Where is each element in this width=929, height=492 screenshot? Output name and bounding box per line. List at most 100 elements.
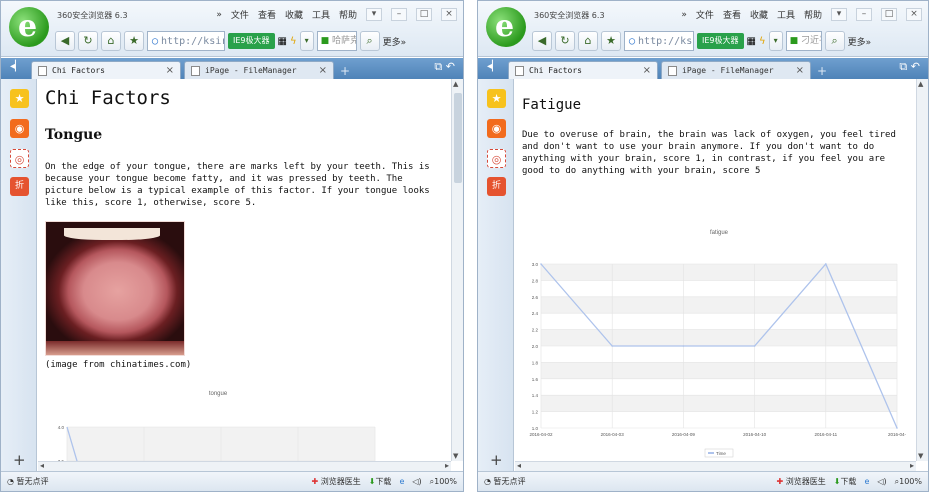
lightning-icon[interactable]: ϟ [290,36,297,47]
weibo-alt-icon[interactable]: ◎ [10,149,29,168]
ie-icon[interactable]: e [864,477,869,486]
menu-file[interactable]: 文件 [696,8,714,21]
search-input[interactable]: ■ 刁近平 [785,31,822,51]
more-menu[interactable]: 更多» [848,35,872,48]
new-tab-icon[interactable]: + [814,64,830,79]
tab-close-icon[interactable]: × [643,65,651,76]
scroll-down-icon[interactable]: ▼ [918,452,923,460]
speaker-icon[interactable]: ◁) [412,477,421,486]
zoom-control[interactable]: ⌕100% [895,477,922,487]
refresh-icon[interactable]: ↻ [555,31,575,51]
menu-help[interactable]: 帮助 [339,8,357,21]
scroll-left-icon[interactable]: ◂ [517,461,521,470]
menu-help[interactable]: 帮助 [804,8,822,21]
discount-icon[interactable]: 折 [10,177,29,196]
weibo-icon[interactable]: ◉ [10,119,29,138]
tab-tools-icon[interactable]: ⧉ ↶ [434,60,455,74]
expand-icon[interactable]: » [681,10,687,20]
vertical-scrollbar[interactable]: ▲ ▼ [916,79,928,461]
skin-icon[interactable]: ▾ [366,8,382,21]
close-icon[interactable]: × [441,8,457,21]
back-icon[interactable]: ◀ [532,31,552,51]
doctor-button[interactable]: ✚ 浏览器医生 [776,476,825,487]
doctor-label: 浏览器医生 [785,477,826,486]
y-tick-label: 2.0 [532,344,539,349]
scroll-right-icon[interactable]: ▸ [445,461,449,470]
add-sidebar-icon[interactable]: + [13,451,26,469]
tab-close-icon[interactable]: × [166,65,174,76]
weibo-alt-icon[interactable]: ◎ [487,149,506,168]
maximize-icon[interactable]: □ [881,8,897,21]
dropdown-icon[interactable]: ▾ [299,31,314,51]
tab-close-icon[interactable]: × [319,65,327,76]
search-icon[interactable]: ⌕ [359,31,380,51]
compat-icon[interactable]: ▦ [747,36,756,47]
sidebar-toggle-icon[interactable]: ◂▏ [10,61,23,72]
tab-ipage[interactable]: iPage - FileManager × [661,61,811,79]
scroll-thumb[interactable] [454,93,462,183]
home-icon[interactable]: ⌂ [101,31,121,51]
horizontal-scrollbar[interactable]: ◂ ▸ [515,461,916,471]
browser-logo-icon: e [9,7,49,47]
speaker-icon[interactable]: ◁) [877,477,886,486]
menu-file[interactable]: 文件 [231,8,249,21]
menu-tools[interactable]: 工具 [312,8,330,21]
ie-icon[interactable]: e [399,477,404,486]
new-tab-icon[interactable]: + [337,64,353,79]
minimize-icon[interactable]: – [856,8,872,21]
menu-favorites[interactable]: 收藏 [285,8,303,21]
download-button[interactable]: ⬇下载 [369,476,392,487]
scroll-down-icon[interactable]: ▼ [453,452,458,460]
menu-tools[interactable]: 工具 [777,8,795,21]
address-bar[interactable]: ◯ http://ksir [147,31,225,51]
tab-ipage[interactable]: iPage - FileManager × [184,61,334,79]
close-icon[interactable]: × [906,8,922,21]
tab-bar: ◂▏ Chi Factors × iPage - FileManager × +… [1,58,463,79]
favorite-star-icon[interactable]: ★ [124,31,144,51]
ie-mode-badge[interactable]: IE9极大器 [228,33,275,49]
ie-mode-badge[interactable]: IE9极大器 [697,33,744,49]
scroll-up-icon[interactable]: ▲ [453,80,458,88]
title-bar: e 360安全浏览器 6.3 » 文件 查看 收藏 工具 帮助 ▾ – □ × … [1,1,463,57]
refresh-icon[interactable]: ↻ [78,31,98,51]
favorites-star-icon[interactable]: ★ [10,89,29,108]
tab-close-icon[interactable]: × [796,65,804,76]
expand-icon[interactable]: » [216,10,222,20]
search-text: 哈萨克 [331,36,357,46]
add-sidebar-icon[interactable]: + [490,451,503,469]
more-menu[interactable]: 更多» [383,35,407,48]
skin-icon[interactable]: ▾ [831,8,847,21]
scroll-up-icon[interactable]: ▲ [918,80,923,88]
download-button[interactable]: ⬇下载 [834,476,857,487]
scroll-left-icon[interactable]: ◂ [40,461,44,470]
tab-chi-factors[interactable]: Chi Factors × [31,61,181,79]
horizontal-scrollbar[interactable]: ◂ ▸ [38,461,451,471]
doctor-button[interactable]: ✚ 浏览器医生 [311,476,360,487]
minimize-icon[interactable]: – [391,8,407,21]
address-bar[interactable]: ◯ http://ksir [624,31,694,51]
search-icon[interactable]: ⌕ [824,31,845,51]
favorite-star-icon[interactable]: ★ [601,31,621,51]
scroll-right-icon[interactable]: ▸ [910,461,914,470]
dropdown-icon[interactable]: ▾ [768,31,783,51]
search-input[interactable]: ■ 哈萨克 [316,31,357,51]
menu-view[interactable]: 查看 [723,8,741,21]
home-icon[interactable]: ⌂ [578,31,598,51]
weibo-icon[interactable]: ◉ [487,119,506,138]
data-point [896,427,898,429]
sidebar-toggle-icon[interactable]: ◂▏ [487,61,500,72]
zoom-control[interactable]: ⌕100% [430,477,457,487]
status-left-text: 暂无点评 [493,477,526,486]
discount-icon[interactable]: 折 [487,177,506,196]
favorites-star-icon[interactable]: ★ [487,89,506,108]
menu-favorites[interactable]: 收藏 [750,8,768,21]
tab-tools-icon[interactable]: ⧉ ↶ [899,60,920,74]
status-right: ✚ 浏览器医生 ⬇下载 e ◁) ⌕100% [776,476,922,487]
lightning-icon[interactable]: ϟ [759,36,766,47]
tab-chi-factors[interactable]: Chi Factors × [508,61,658,79]
compat-icon[interactable]: ▦ [278,36,287,47]
menu-view[interactable]: 查看 [258,8,276,21]
vertical-scrollbar[interactable]: ▲ ▼ [451,79,463,461]
maximize-icon[interactable]: □ [416,8,432,21]
back-icon[interactable]: ◀ [55,31,75,51]
